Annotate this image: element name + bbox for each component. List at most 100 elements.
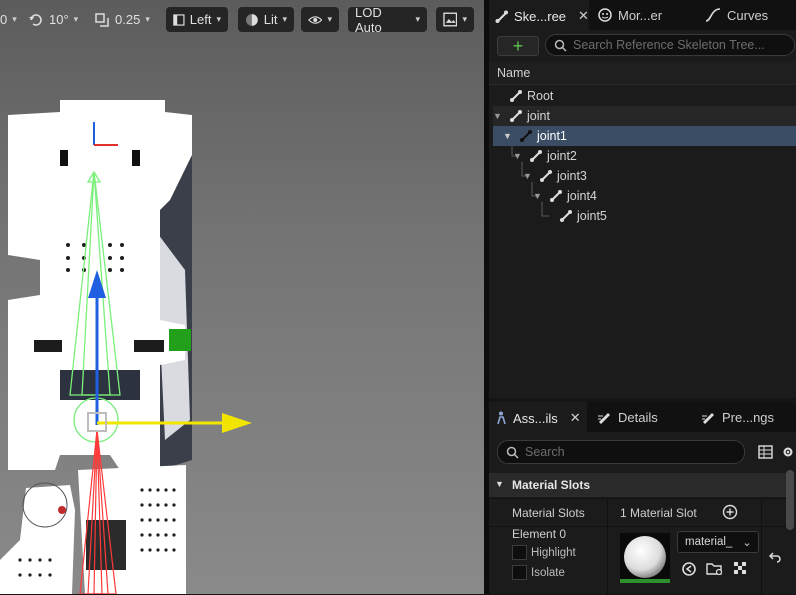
rotation-snap-control[interactable]: 0 ▾ (0, 7, 17, 32)
tab-label: Curves (727, 7, 769, 23)
gear-icon[interactable] (782, 445, 794, 459)
tree-row-joint5[interactable]: joint5 (493, 206, 796, 226)
highlight-checkbox-row[interactable]: Highlight (512, 545, 576, 560)
lighting-mode-label: Lit (263, 12, 278, 27)
rotation-snap-value: 10° (49, 12, 69, 27)
details-search-input[interactable]: Search (497, 440, 745, 464)
expand-arrow-icon[interactable]: ▼ (493, 111, 509, 121)
element-label: Element 0 (512, 527, 567, 541)
chevron-down-icon: ▾ (216, 14, 221, 24)
tree-row-joint[interactable]: ▼ joint (493, 106, 796, 126)
search-placeholder: Search (525, 445, 565, 459)
scale-icon (95, 12, 109, 27)
add-button[interactable]: + (497, 36, 539, 56)
checker-icon[interactable] (734, 562, 748, 576)
image-settings-icon (443, 12, 458, 27)
details-scrollbar[interactable] (786, 470, 794, 530)
bone-name: joint2 (547, 149, 577, 163)
scale-snap-value: 0.25 (115, 12, 141, 27)
lod-label: LOD Auto (355, 4, 382, 35)
search-icon (506, 446, 519, 459)
viewport-options-dropdown[interactable]: ▾ (436, 7, 474, 32)
chevron-down-icon: ▾ (12, 14, 17, 24)
rotate-icon (29, 13, 42, 26)
chevron-down-icon: ▾ (462, 14, 467, 24)
bone-name: joint5 (577, 209, 607, 223)
bone-icon (530, 150, 542, 162)
search-icon (554, 39, 567, 52)
highlight-checkbox[interactable] (512, 545, 527, 560)
tree-row-joint4[interactable]: ▼ joint4 (493, 186, 796, 206)
scale-snap-dropdown[interactable]: 0.25 ▾ (94, 7, 150, 32)
reset-arrow-icon[interactable] (769, 551, 781, 563)
tab-label: Ass...ils (513, 410, 558, 426)
viewport[interactable]: 0 ▾ 10° ▾ 0.25 ▾ Left ▾ Lit ▾ ▾ LOD Auto… (0, 0, 484, 594)
lod-dropdown[interactable]: LOD Auto ▾ (348, 4, 427, 35)
expand-arrow-icon[interactable]: ▼ (523, 171, 539, 181)
use-selected-asset-icon[interactable] (681, 561, 697, 577)
bone-name: joint1 (537, 129, 567, 143)
add-circle-icon[interactable] (722, 504, 738, 520)
bone-icon (510, 110, 522, 122)
curve-icon (705, 8, 721, 22)
eye-icon (308, 15, 323, 24)
tree-row-root[interactable]: Root (493, 86, 796, 106)
tab-curves[interactable]: Curves (695, 0, 793, 30)
property-label: Material Slots (512, 506, 585, 520)
tab-asset-details[interactable]: Ass...ils ✕ (489, 402, 587, 432)
expand-arrow-icon[interactable]: ▼ (513, 151, 529, 161)
tab-label: Mor...er (618, 7, 663, 23)
details-panel: Ass...ils ✕ Details Pre...ngs Search ▼ M… (489, 402, 796, 595)
pencil-icon (598, 413, 610, 424)
checkbox-label: Highlight (531, 546, 576, 559)
tab-preview-settings[interactable]: Pre...ngs (695, 402, 793, 432)
material-name: material_ (685, 536, 733, 548)
bone-name: joint (527, 109, 550, 123)
table-view-icon[interactable] (758, 445, 773, 459)
show-flags-dropdown[interactable]: ▾ (301, 7, 339, 32)
material-slots-section-header[interactable]: ▼ Material Slots (489, 473, 787, 497)
view-mode-dropdown[interactable]: Left ▾ (166, 7, 228, 32)
material-thumbnail[interactable] (620, 533, 670, 583)
lighting-mode-dropdown[interactable]: Lit ▾ (238, 7, 294, 32)
close-icon[interactable]: ✕ (578, 8, 589, 24)
bone-name: Root (527, 89, 554, 103)
bone-icon (560, 210, 572, 222)
expand-arrow-icon[interactable]: ▼ (503, 131, 519, 141)
tab-morph-target-previewer[interactable]: Mor...er (592, 0, 690, 30)
material-slots-row: Material Slots 1 Material Slot (489, 498, 787, 527)
browse-folder-icon[interactable] (706, 561, 724, 577)
tab-label: Ske...ree (514, 8, 567, 24)
tree-row-joint3[interactable]: ▼ joint3 (493, 166, 796, 186)
skeleton-search-input[interactable]: Search Reference Skeleton Tree... (545, 34, 795, 56)
view-mode-label: Left (189, 12, 212, 27)
material-asset-picker[interactable]: material_ ⌄ (677, 531, 759, 553)
rotation-prefix: 0 (0, 12, 8, 27)
tree-row-joint2[interactable]: ▼ joint2 (493, 146, 796, 166)
viewport-scene (0, 100, 252, 594)
chevron-down-icon: ▾ (327, 14, 332, 24)
chevron-down-icon: ▾ (282, 14, 287, 24)
tab-skeleton-tree[interactable]: Ske...ree ✕ (489, 0, 589, 30)
tree-row-joint1[interactable]: ▼ joint1 (493, 126, 796, 146)
chevron-down-icon: ▾ (415, 14, 420, 24)
checkbox-label: Isolate (531, 566, 565, 579)
expand-arrow-icon[interactable]: ▼ (533, 191, 549, 201)
skeleton-tab-bar: Ske...ree ✕ Mor...er Curves (489, 0, 796, 30)
element-0-row: Element 0 Highlight Isolate material_ ⌄ (489, 526, 787, 595)
figure-icon (497, 411, 506, 425)
close-icon[interactable]: ✕ (570, 410, 581, 426)
morph-face-icon (598, 8, 612, 22)
isolate-checkbox-row[interactable]: Isolate (512, 565, 565, 580)
rotation-snap-dropdown[interactable]: 10° ▾ (28, 7, 78, 32)
bone-icon (510, 90, 522, 102)
tab-details[interactable]: Details (591, 402, 689, 432)
bone-icon (520, 130, 532, 142)
tab-label: Pre...ngs (722, 409, 775, 425)
isolate-checkbox[interactable] (512, 565, 527, 580)
chevron-down-icon: ⌄ (742, 536, 752, 549)
chevron-down-icon: ▾ (145, 14, 150, 24)
material-slot-count: 1 Material Slot (620, 506, 697, 520)
column-header[interactable]: Name (489, 62, 796, 85)
viewport-icon (173, 13, 185, 26)
